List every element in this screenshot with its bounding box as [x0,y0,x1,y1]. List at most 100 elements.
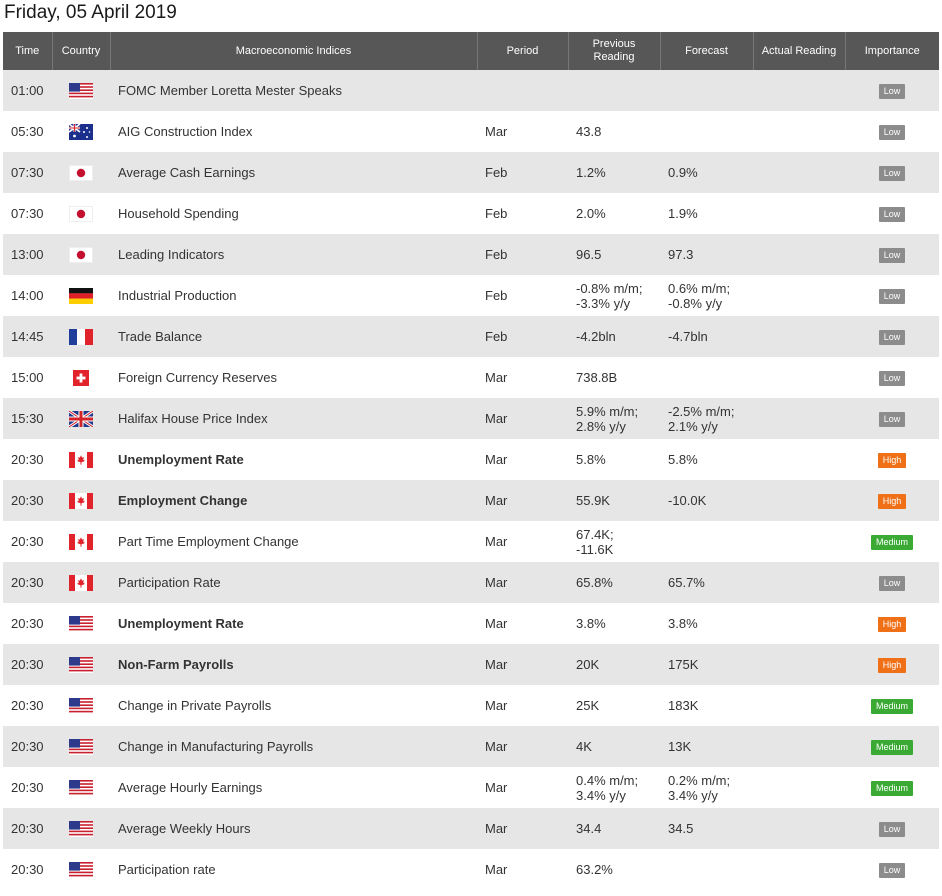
header-previous-reading: Previous Reading [567,32,660,70]
row-forecast: -2.5% m/m; 2.1% y/y [660,398,753,439]
row-forecast [660,111,753,152]
previous-line1: 55.9K [576,493,610,508]
header-country: Country [51,32,110,70]
ch-flag-icon [69,369,93,386]
us-flag-icon [69,738,93,755]
row-country [52,193,110,234]
row-importance: Medium [845,521,939,562]
header-period: Period [476,32,568,70]
table-row: 20:30 Change in Manufacturing Payrolls Mar… [3,726,939,767]
importance-badge: Low [878,166,906,181]
row-indicator: Average Hourly Earnings [110,767,477,808]
row-country [52,111,110,152]
forecast-line1: 0.2% m/m; [668,772,731,788]
row-time: 20:30 [3,480,52,521]
jp-flag-icon [69,205,93,222]
previous-line2: -11.6K [576,541,614,557]
row-indicator: Unemployment Rate [110,439,477,480]
row-forecast: -10.0K [660,480,753,521]
row-indicator: Average Weekly Hours [110,808,477,849]
row-importance: High [845,480,939,521]
previous-line1: 25K [576,698,600,713]
row-country [52,439,110,480]
row-country [52,275,110,316]
table-row: 01:00 FOMC Member Loretta Mester Speaks Lo… [3,70,939,111]
forecast-line1: 13K [668,739,692,754]
row-forecast: 3.8% [660,603,753,644]
importance-badge: Low [878,371,906,386]
row-country [52,562,110,603]
header-actual-reading: Actual Reading [752,32,845,70]
forecast-line1: 34.5 [668,821,694,836]
forecast-line1: 5.8% [668,452,698,467]
gb-flag-icon [69,410,93,427]
row-indicator: Leading Indicators [110,234,477,275]
row-country [52,480,110,521]
row-indicator: Participation Rate [110,562,477,603]
table-row: 20:30 Non-Farm Payrolls Mar 20K 175K High [3,644,939,685]
row-period: Feb [477,316,568,357]
importance-badge: Low [878,84,906,99]
row-period: Mar [477,357,568,398]
header-previous-line1: Previous [592,38,636,50]
table-row: 20:30 Average Weekly Hours Mar 34.4 34.5 Low [3,808,939,849]
row-time: 20:30 [3,726,52,767]
row-actual-reading [753,603,845,644]
row-time: 05:30 [3,111,52,152]
row-actual-reading [753,767,845,808]
previous-line1: 43.8 [576,124,602,139]
forecast-line2: -0.8% y/y [668,295,723,311]
us-flag-icon [69,656,93,673]
table-row: 07:30 Household Spending Feb 2.0% 1.9% Low [3,193,939,234]
row-importance: Low [845,111,939,152]
header-indices: Macroeconomic Indices [109,32,477,70]
row-actual-reading [753,398,845,439]
table-row: 20:30 Change in Private Payrolls Mar 25K 183… [3,685,939,726]
previous-line1: 738.8B [576,370,618,385]
row-time: 01:00 [3,70,52,111]
row-time: 20:30 [3,562,52,603]
row-country [52,603,110,644]
row-actual-reading [753,521,845,562]
row-importance: Low [845,357,939,398]
importance-badge: Low [878,576,906,591]
row-period: Mar [477,521,568,562]
row-forecast: 0.9% [660,152,753,193]
row-time: 15:00 [3,357,52,398]
us-flag-icon [69,861,93,878]
table-row: 20:30 Participation rate Mar 63.2% Low [3,849,939,890]
importance-badge: Medium [870,699,913,714]
row-importance: High [845,644,939,685]
row-indicator: Participation rate [110,849,477,890]
row-previous-reading: 5.9% m/m; 2.8% y/y [568,398,660,439]
table-row: 20:30 Employment Change Mar 55.9K -10.0K High [3,480,939,521]
previous-line1: 0.4% m/m; [576,772,639,788]
row-period: Mar [477,849,568,890]
row-previous-reading: 55.9K [568,480,660,521]
table-row: 15:00 Foreign Currency Reserves Mar 738.8B L… [3,357,939,398]
row-country [52,849,110,890]
economic-calendar-table: Time Country Macroeconomic Indices Perio… [3,32,939,890]
previous-line1: 65.8% [576,575,613,590]
row-time: 14:00 [3,275,52,316]
previous-line1: 63.2% [576,862,613,877]
row-actual-reading [753,152,845,193]
row-actual-reading [753,357,845,398]
previous-line1: 2.0% [576,206,606,221]
row-period: Feb [477,275,568,316]
importance-badge: Low [878,125,906,140]
forecast-line1: -2.5% m/m; [668,403,735,419]
row-indicator: Industrial Production [110,275,477,316]
previous-line1: 20K [576,657,600,672]
row-country [52,767,110,808]
row-time: 14:45 [3,316,52,357]
row-forecast: 97.3 [660,234,753,275]
row-previous-reading: 43.8 [568,111,660,152]
row-forecast: 0.2% m/m; 3.4% y/y [660,767,753,808]
page-title: Friday, 05 April 2019 [4,2,177,23]
previous-line2: 2.8% y/y [576,418,626,434]
ca-flag-icon [69,533,93,550]
header-time: Time [3,32,52,70]
importance-badge: Low [878,822,906,837]
row-forecast: 13K [660,726,753,767]
